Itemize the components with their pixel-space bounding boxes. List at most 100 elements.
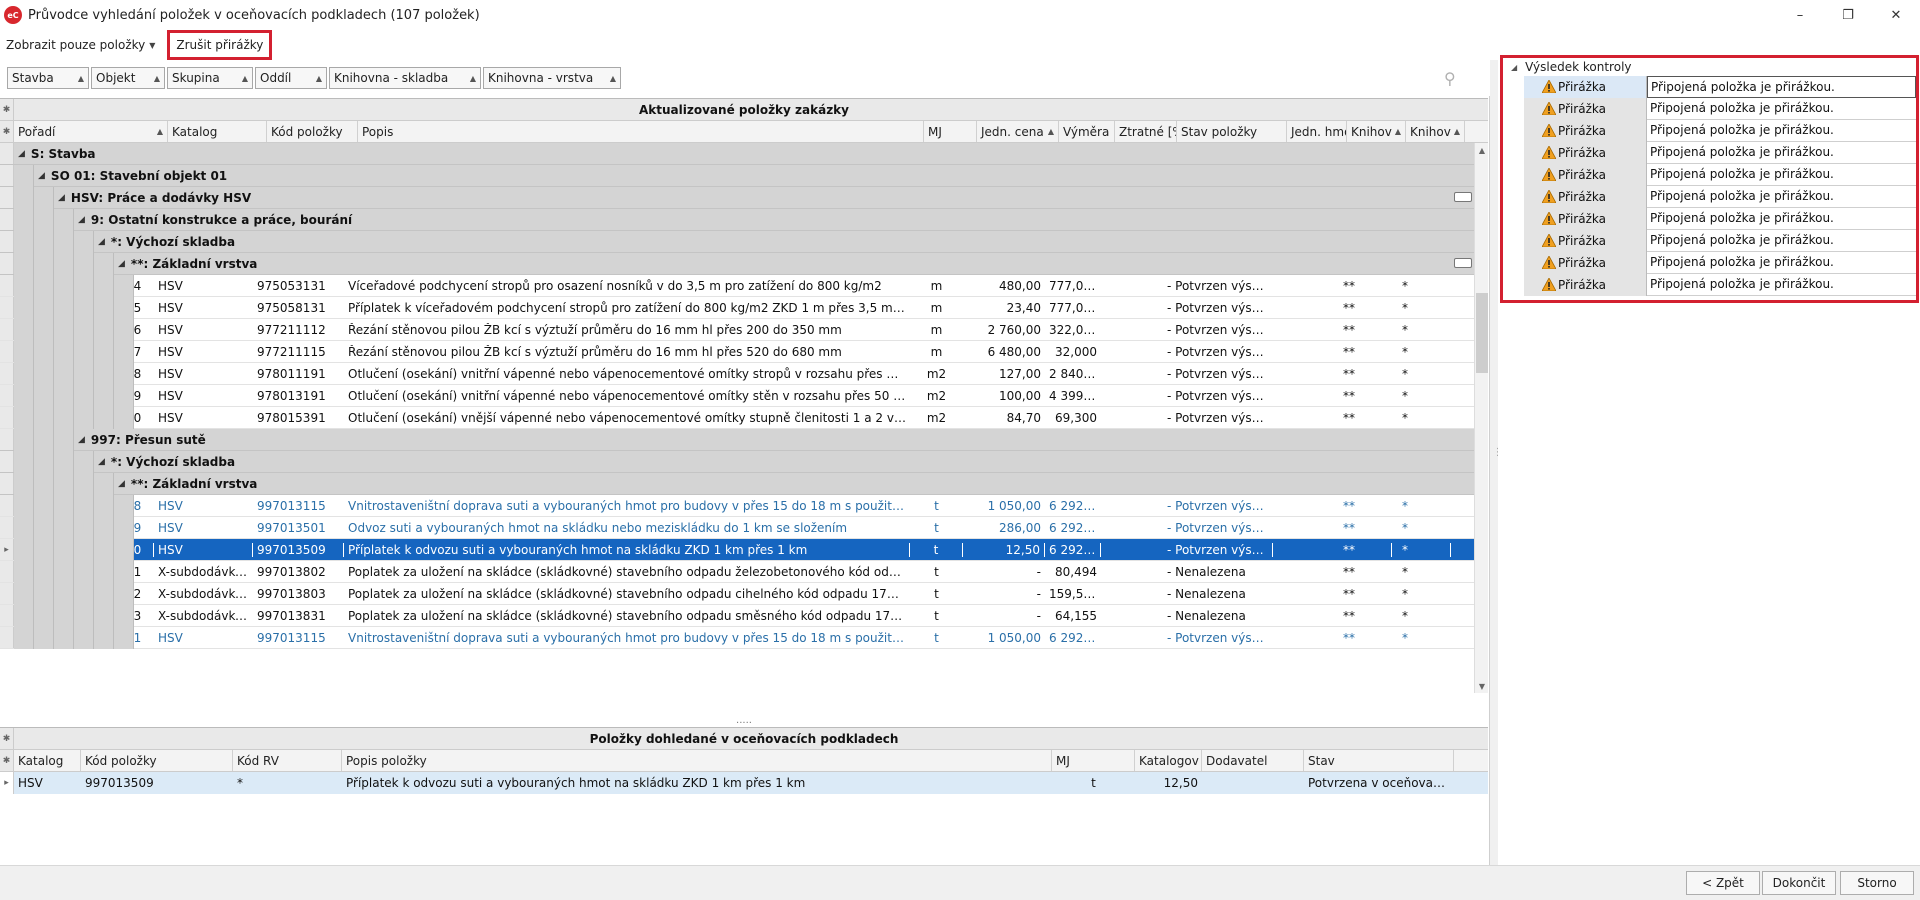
result-type: Přirážka xyxy=(1524,273,1647,296)
collapse-icon[interactable]: ◢ xyxy=(118,479,125,489)
col-label: MJ xyxy=(928,124,942,139)
table-row[interactable]: 29HSV997013501Odvoz suti a vybouraných h… xyxy=(0,517,1488,539)
result-row[interactable]: Přirážka Připojená položka je přirážkou. xyxy=(1524,163,1916,186)
result-row[interactable]: Přirážka Připojená položka je přirážkou. xyxy=(1524,75,1916,98)
col-poradi[interactable]: Pořadí ▲ xyxy=(14,121,168,142)
table-row[interactable]: 36HSV977211112Řezání stěnovou pilou ŽB k… xyxy=(0,319,1488,341)
result-row[interactable]: Přirážka Připojená položka je přirážkou. xyxy=(1524,97,1916,120)
filter-knihovna-skladba[interactable]: Knihovna - skladba ▲ xyxy=(329,67,481,89)
finish-button[interactable]: Dokončit xyxy=(1762,871,1836,895)
note-icon[interactable] xyxy=(1454,192,1472,202)
result-row[interactable]: Přirážka Připojená položka je přirážkou. xyxy=(1524,185,1916,208)
vertical-splitter[interactable]: ⋮ xyxy=(1493,448,1503,470)
vertical-scrollbar[interactable]: ▲ ▼ xyxy=(1474,143,1488,693)
filter-skupina[interactable]: Skupina ▲ xyxy=(167,67,253,89)
note-icon[interactable] xyxy=(1454,258,1472,268)
collapse-icon[interactable]: ◢ xyxy=(58,193,65,203)
table-row[interactable]: ▸ HSV 997013509 * Příplatek k odvozu sut… xyxy=(0,772,1488,794)
col-knihovna-1[interactable]: Knihov ▲ xyxy=(1347,121,1406,142)
group-row[interactable]: ◢ 997: Přesun sutě xyxy=(0,429,1488,451)
search-icon[interactable]: ⚲ xyxy=(1444,69,1462,88)
close-button[interactable]: ✕ xyxy=(1872,0,1920,30)
col-mj[interactable]: MJ xyxy=(1052,750,1135,771)
filter-knihovna-vrstva[interactable]: Knihovna - vrstva ▲ xyxy=(483,67,621,89)
collapse-icon[interactable]: ◢ xyxy=(18,149,25,159)
table-row[interactable]: 41HSV997013115Vnitrostaveništní doprava … xyxy=(0,627,1488,649)
col-jedn-hmot[interactable]: Jedn. hmo xyxy=(1287,121,1347,142)
results-tree-root[interactable]: ◢ Výsledek kontroly xyxy=(1503,58,1916,76)
cancel-button[interactable]: Storno xyxy=(1840,871,1914,895)
collapse-icon[interactable]: ◢ xyxy=(78,435,85,445)
col-katalog[interactable]: Katalog xyxy=(168,121,267,142)
table-row[interactable]: 31X-subdodávky...997013802Poplatek za ul… xyxy=(0,561,1488,583)
back-button[interactable]: < Zpět xyxy=(1686,871,1760,895)
scroll-up-icon[interactable]: ▲ xyxy=(1475,143,1488,157)
col-vymera[interactable]: Výměra b xyxy=(1059,121,1115,142)
show-only-dropdown[interactable]: Zobrazit pouze položky ▼ xyxy=(0,33,161,57)
collapse-icon[interactable]: ◢ xyxy=(1511,63,1517,72)
group-row[interactable]: ◢ *: Výchozí skladba xyxy=(0,231,1488,253)
collapse-icon[interactable]: ◢ xyxy=(98,457,105,467)
minimize-button[interactable]: – xyxy=(1776,0,1824,30)
group-row[interactable]: ◢ S: Stavba xyxy=(0,143,1488,165)
cell-katalog: HSV xyxy=(158,278,183,293)
table-row[interactable]: 35HSV975058131Příplatek k víceřadovém po… xyxy=(0,297,1488,319)
table-row[interactable]: 34HSV975053131Víceřadové podchycení stro… xyxy=(0,275,1488,297)
collapse-icon[interactable]: ◢ xyxy=(38,171,45,181)
col-stav-polozky[interactable]: Stav položky xyxy=(1177,121,1287,142)
horizontal-splitter[interactable]: ..... xyxy=(0,715,1488,726)
collapse-icon[interactable]: ◢ xyxy=(98,237,105,247)
scroll-down-icon[interactable]: ▼ xyxy=(1475,679,1488,693)
col-popis[interactable]: Popis xyxy=(358,121,924,142)
filter-stavba[interactable]: Stavba ▲ xyxy=(7,67,89,89)
table-row[interactable]: 32X-subdodávky...997013803Poplatek za ul… xyxy=(0,583,1488,605)
table-row[interactable]: ▸30HSV997013509Příplatek k odvozu suti a… xyxy=(0,539,1488,561)
result-row[interactable]: Přirážka Připojená položka je přirážkou. xyxy=(1524,273,1916,296)
cell-knihovna-2: * xyxy=(1402,520,1408,535)
table-row[interactable]: 40HSV978015391Otlučení (osekání) vnější … xyxy=(0,407,1488,429)
col-kod-polozky[interactable]: Kód položky xyxy=(81,750,233,771)
table-row[interactable]: 39HSV978013191Otlučení (osekání) vnitřní… xyxy=(0,385,1488,407)
cell-cena: 286,00 xyxy=(999,520,1041,535)
group-row[interactable]: ◢ SO 01: Stavební objekt 01 xyxy=(0,165,1488,187)
table-row[interactable]: 37HSV977211115Řezání stěnovou pilou ŽB k… xyxy=(0,341,1488,363)
result-type: Přirážka xyxy=(1524,185,1647,208)
col-jedn-cena[interactable]: Jedn. cena ▲ xyxy=(977,121,1059,142)
result-row[interactable]: Přirážka Připojená položka je přirážkou. xyxy=(1524,207,1916,230)
cancel-surcharges-button[interactable]: Zrušit přirážky xyxy=(167,30,273,60)
col-ztratne[interactable]: Ztratné [% xyxy=(1115,121,1177,142)
col-katalog[interactable]: Katalog xyxy=(14,750,81,771)
table-row[interactable]: 33X-subdodávky...997013831Poplatek za ul… xyxy=(0,605,1488,627)
col-kod-polozky[interactable]: Kód položky xyxy=(267,121,358,142)
group-row[interactable]: ◢ 9: Ostatní konstrukce a práce, bourání xyxy=(0,209,1488,231)
tree-gutter xyxy=(74,275,94,297)
result-row[interactable]: Přirážka Připojená položka je přirážkou. xyxy=(1524,119,1916,142)
col-kod-rv[interactable]: Kód RV xyxy=(233,750,342,771)
filter-objekt[interactable]: Objekt ▲ xyxy=(91,67,165,89)
filter-oddil[interactable]: Oddíl ▲ xyxy=(255,67,327,89)
group-row[interactable]: ◢ **: Základní vrstva xyxy=(0,473,1488,495)
tree-gutter xyxy=(14,253,34,275)
result-row[interactable]: Přirážka Připojená položka je přirážkou. xyxy=(1524,141,1916,164)
group-row[interactable]: ◢ **: Základní vrstva xyxy=(0,253,1488,275)
table-row[interactable]: 38HSV978011191Otlučení (osekání) vnitřní… xyxy=(0,363,1488,385)
col-katalogova-cena[interactable]: Katalogov xyxy=(1135,750,1202,771)
col-mj[interactable]: MJ xyxy=(924,121,977,142)
group-row[interactable]: ◢ *: Výchozí skladba xyxy=(0,451,1488,473)
result-row[interactable]: Přirážka Připojená položka je přirážkou. xyxy=(1524,229,1916,252)
col-popis-polozky[interactable]: Popis položky xyxy=(342,750,1052,771)
tree-gutter xyxy=(94,473,114,495)
table-row[interactable]: 28HSV997013115Vnitrostaveništní doprava … xyxy=(0,495,1488,517)
col-stav[interactable]: Stav xyxy=(1304,750,1454,771)
row-indicator-icon xyxy=(0,583,14,604)
collapse-icon[interactable]: ◢ xyxy=(78,215,85,225)
col-dodavatel[interactable]: Dodavatel xyxy=(1202,750,1304,771)
result-row[interactable]: Přirážka Připojená položka je přirážkou. xyxy=(1524,251,1916,274)
scroll-thumb[interactable] xyxy=(1476,293,1488,373)
restore-button[interactable]: ❐ xyxy=(1824,0,1872,30)
tree-gutter xyxy=(14,495,34,517)
collapse-icon[interactable]: ◢ xyxy=(118,259,125,269)
warning-icon xyxy=(1542,189,1556,203)
group-row[interactable]: ◢ HSV: Práce a dodávky HSV xyxy=(0,187,1488,209)
col-knihovna-2[interactable]: Knihov ▲ xyxy=(1406,121,1465,142)
